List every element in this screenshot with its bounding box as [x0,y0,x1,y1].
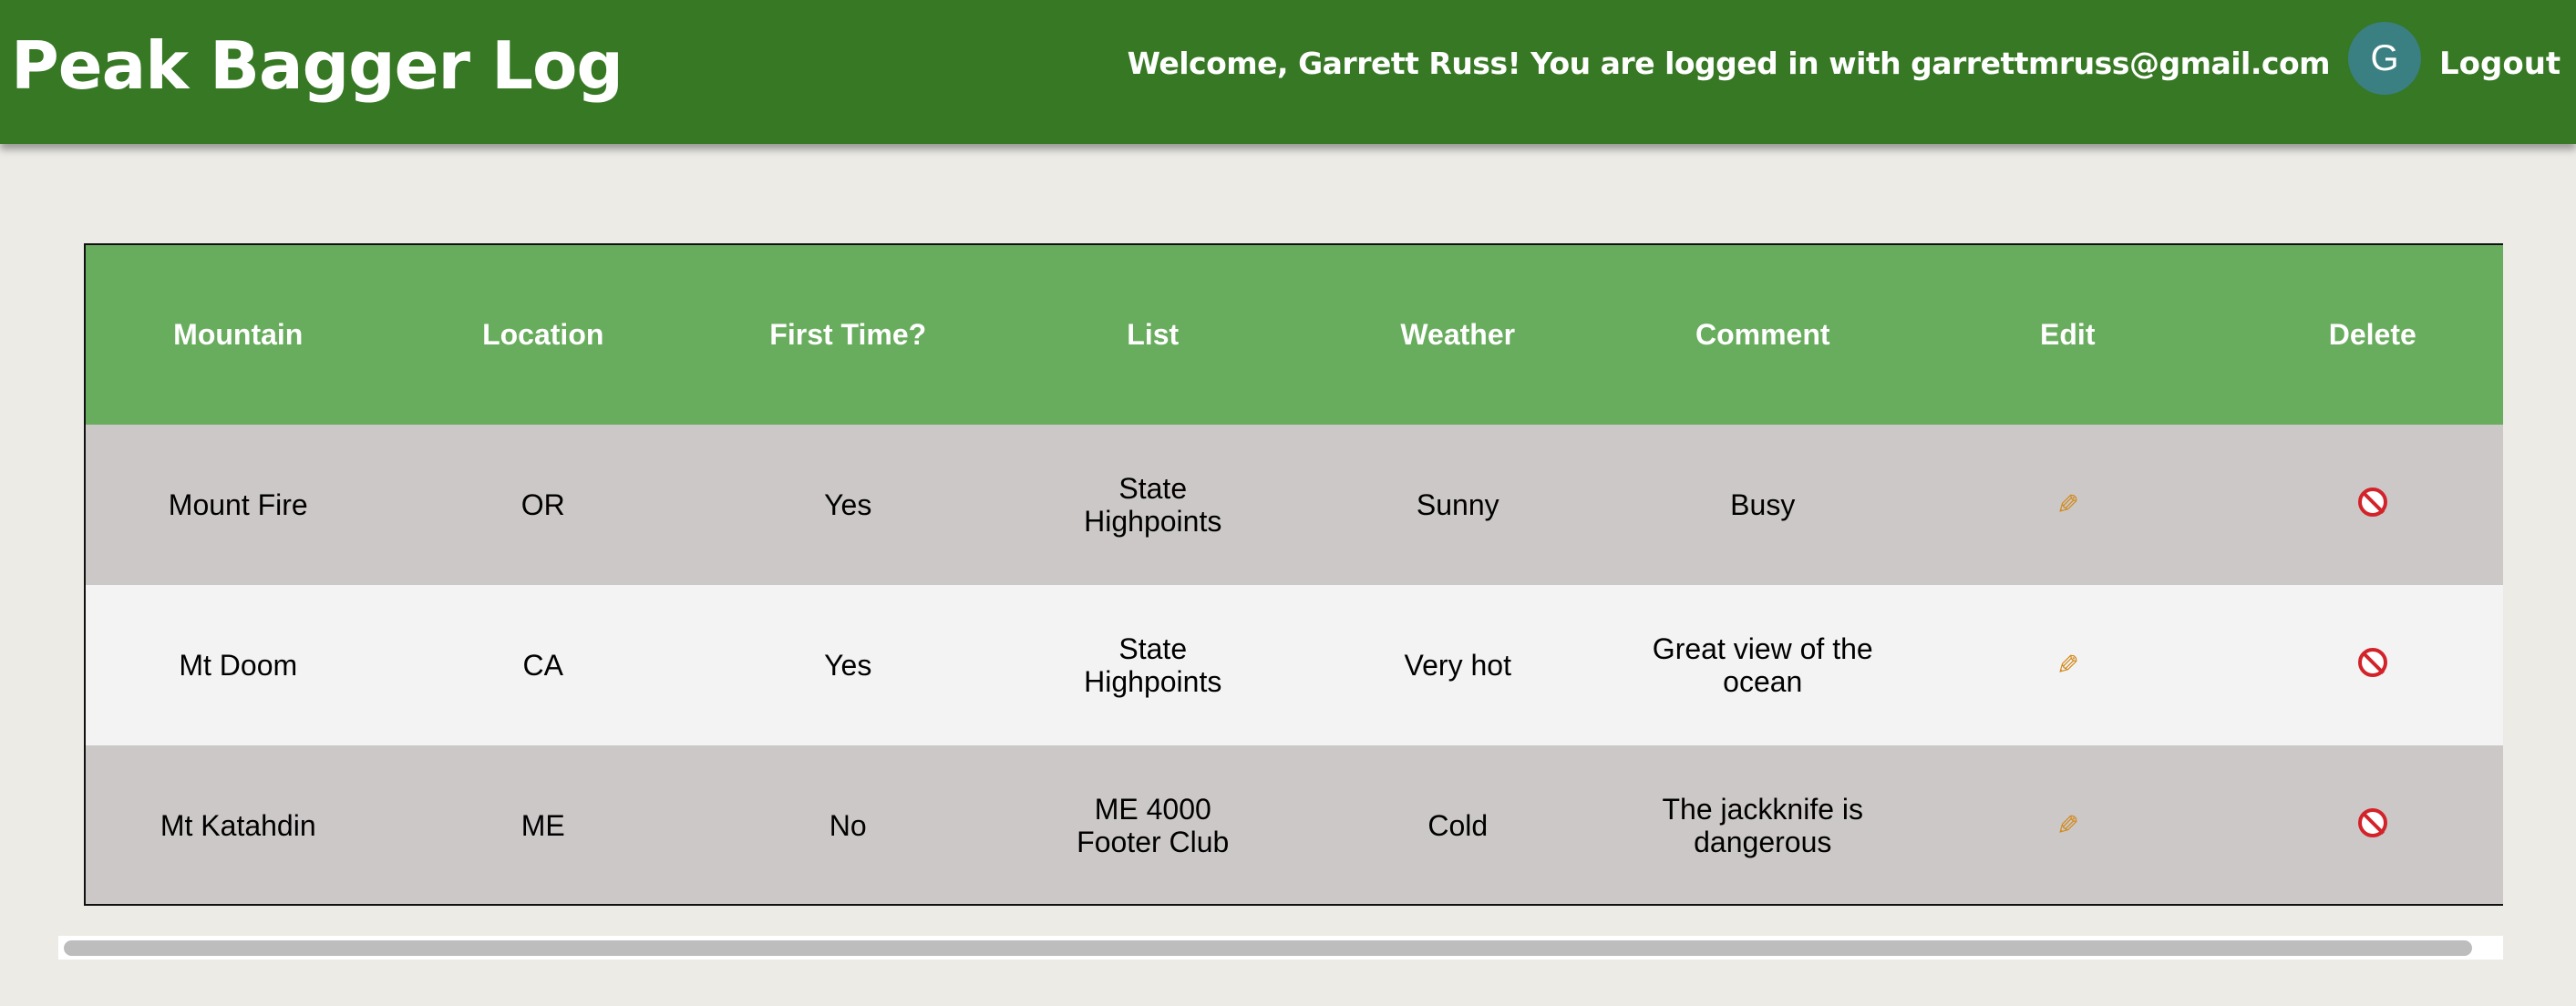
cell-first-time: Yes [696,585,1001,745]
cell-list: ME 4000 Footer Club [1000,745,1305,904]
cell-list: State Highpoints [1000,585,1305,745]
cell-comment-text: Busy [1730,488,1796,521]
no-entry-icon[interactable] [2357,647,2387,677]
pencil-icon[interactable]: ✎ [2056,489,2079,522]
cell-comment-text: The jackknife is dangerous [1662,793,1864,858]
cell-first-time: No [696,745,1001,904]
cell-list-text: State Highpoints [1084,632,1222,698]
cell-mountain: Mt Doom [86,585,391,745]
table-row: Mt Doom CA Yes State Highpoints Very hot… [86,585,2503,745]
cell-edit: ✎ [1915,745,2221,904]
cell-list-text: State Highpoints [1084,472,1222,538]
cell-comment-text: Great view of the ocean [1652,632,1873,698]
cell-comment: Busy [1610,425,1915,585]
cell-weather: Very hot [1305,585,1611,745]
column-header-delete: Delete [2220,245,2503,425]
no-entry-icon[interactable] [2357,807,2387,837]
cell-mountain: Mount Fire [86,425,391,585]
no-entry-icon[interactable] [2357,487,2387,517]
column-header-comment: Comment [1610,245,1915,425]
cell-comment: Great view of the ocean [1610,585,1915,745]
column-header-location: Location [390,245,696,425]
app-title: Peak Bagger Log [11,27,623,104]
welcome-message: Welcome, Garrett Russ! You are logged in… [1127,46,2331,81]
app-header: Peak Bagger Log Welcome, Garrett Russ! Y… [0,0,2576,144]
peak-log-table-container: Mountain Location First Time? List Weath… [84,243,2503,906]
cell-list-text: ME 4000 Footer Club [1077,793,1230,858]
table-row: Mt Katahdin ME No ME 4000 Footer Club Co… [86,745,2503,904]
pencil-icon[interactable]: ✎ [2056,650,2079,683]
cell-edit: ✎ [1915,585,2221,745]
column-header-weather: Weather [1305,245,1611,425]
cell-delete [2220,585,2503,745]
cell-mountain: Mt Katahdin [86,745,391,904]
pencil-icon[interactable]: ✎ [2056,810,2079,843]
table-header-row: Mountain Location First Time? List Weath… [86,245,2503,425]
logout-button[interactable]: Logout [2439,42,2561,86]
cell-comment: The jackknife is dangerous [1610,745,1915,904]
horizontal-scrollbar[interactable] [58,936,2503,960]
cell-location: ME [390,745,696,904]
column-header-list: List [1000,245,1305,425]
column-header-first-time: First Time? [696,245,1001,425]
cell-first-time: Yes [696,425,1001,585]
cell-weather: Cold [1305,745,1611,904]
cell-weather: Sunny [1305,425,1611,585]
cell-list: State Highpoints [1000,425,1305,585]
scrollbar-thumb[interactable] [64,940,2472,956]
peak-log-table: Mountain Location First Time? List Weath… [86,245,2503,904]
cell-delete [2220,745,2503,904]
cell-edit: ✎ [1915,425,2221,585]
cell-location: CA [390,585,696,745]
cell-location: OR [390,425,696,585]
column-header-edit: Edit [1915,245,2221,425]
user-avatar[interactable]: G [2348,22,2421,95]
cell-delete [2220,425,2503,585]
column-header-mountain: Mountain [86,245,391,425]
table-row: Mount Fire OR Yes State Highpoints Sunny… [86,425,2503,585]
